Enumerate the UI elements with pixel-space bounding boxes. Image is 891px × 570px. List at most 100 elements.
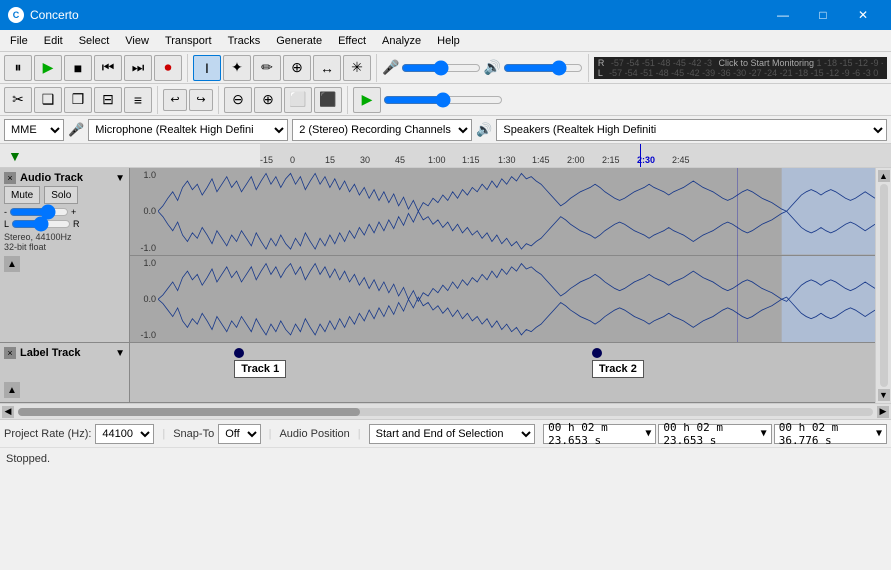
skip-end-button[interactable]: ⏭ — [124, 55, 152, 81]
play-button[interactable]: ▶ — [34, 55, 62, 81]
silence-button[interactable]: ≡ — [124, 87, 152, 113]
copy-button[interactable]: ❑ — [34, 87, 62, 113]
label-menu-button[interactable]: ▼ — [115, 348, 125, 359]
app-title: Concerto — [30, 8, 763, 22]
envelope-tool-button[interactable]: ✦ — [223, 55, 251, 81]
speaker-select[interactable]: Speakers (Realtek High Definiti — [496, 119, 887, 141]
menu-help[interactable]: Help — [429, 30, 468, 51]
position-mode-select[interactable]: Start and End of Selection — [369, 424, 535, 444]
snap-to-select[interactable]: Off — [218, 424, 260, 444]
track-collapse-button[interactable]: ▲ — [4, 256, 20, 272]
project-rate-select[interactable]: 44100 — [95, 424, 154, 444]
hscroll-track[interactable] — [18, 408, 873, 416]
menu-bar: File Edit Select View Transport Tracks G… — [0, 30, 891, 52]
timeline-mark-30: 30 — [360, 155, 370, 165]
paste-button[interactable]: ❒ — [64, 87, 92, 113]
separator-bar-3: | — [358, 428, 361, 440]
hscroll-left-button[interactable]: ◀ — [2, 406, 14, 418]
vscroll-up-button[interactable]: ▲ — [878, 170, 890, 182]
start-monitoring-label[interactable]: Click to Start Monitoring — [718, 58, 814, 68]
waveform-display[interactable]: 1.0 0.0 -1.0 — [130, 168, 875, 342]
draw-tool-button[interactable]: ✏ — [253, 55, 281, 81]
menu-select[interactable]: Select — [71, 30, 118, 51]
playback-play-button[interactable]: ▶ — [353, 87, 381, 113]
label-1-pin — [234, 348, 244, 358]
stop-button[interactable]: ■ — [64, 55, 92, 81]
vu-top-scale: R -57 -54 -51 -48 -45 -42 -3 Click to St… — [598, 58, 883, 68]
timeline-scale[interactable]: -15 0 15 30 45 1:00 1:15 1:30 1:45 2:00 … — [260, 144, 891, 167]
api-select[interactable]: MME — [4, 119, 64, 141]
label-close-button[interactable]: × — [4, 347, 16, 359]
menu-analyze[interactable]: Analyze — [374, 30, 429, 51]
track-menu-button[interactable]: ▼ — [115, 173, 125, 184]
label-2-pin — [592, 348, 602, 358]
waveform-svg-top — [158, 168, 875, 255]
position-input-2[interactable]: 00 h 02 m 23.653 s ▼ — [658, 424, 771, 444]
menu-generate[interactable]: Generate — [268, 30, 330, 51]
menu-view[interactable]: View — [117, 30, 157, 51]
zoom-selection-button[interactable]: ⬜ — [284, 87, 312, 113]
separator-bar-1: | — [162, 428, 165, 440]
menu-effect[interactable]: Effect — [330, 30, 374, 51]
title-bar: C Concerto — □ ✕ — [0, 0, 891, 30]
window-controls: — □ ✕ — [763, 0, 883, 30]
status-bar: Project Rate (Hz): 44100 | Snap-To Off |… — [0, 419, 891, 469]
position-spin-1[interactable]: ▼ — [645, 428, 651, 439]
label-area[interactable]: Track 1 Track 2 — [130, 343, 875, 402]
scale-0.0-top: 0.0 — [132, 206, 156, 216]
position-spin-3[interactable]: ▼ — [876, 428, 882, 439]
label-track: × Label Track ▼ ▲ Track 1 Track 2 — [0, 343, 875, 403]
label-collapse-button[interactable]: ▲ — [4, 382, 20, 398]
label-2[interactable]: Track 2 — [592, 348, 644, 378]
select-tool-button[interactable]: I — [193, 55, 221, 81]
playback-rate-slider[interactable] — [383, 93, 503, 107]
timeshift-tool-button[interactable]: ↔ — [313, 55, 341, 81]
pause-button[interactable]: ⏸ — [4, 55, 32, 81]
cut-button[interactable]: ✂ — [4, 87, 32, 113]
undo-button[interactable]: ↩ — [163, 89, 187, 111]
label-track-controls: × Label Track ▼ ▲ — [0, 343, 130, 402]
position-input-1[interactable]: 00 h 02 m 23.653 s ▼ — [543, 424, 656, 444]
channels-select[interactable]: 2 (Stereo) Recording Channels — [292, 119, 472, 141]
scale-1.0-b: 1.0 — [132, 258, 156, 268]
label-1[interactable]: Track 1 — [234, 348, 286, 378]
maximize-button[interactable]: □ — [803, 0, 843, 30]
solo-button[interactable]: Solo — [44, 186, 78, 204]
pan-r-label: R — [73, 219, 80, 229]
skip-start-button[interactable]: ⏮ — [94, 55, 122, 81]
hscroll-thumb[interactable] — [18, 408, 360, 416]
minimize-button[interactable]: — — [763, 0, 803, 30]
track-close-button[interactable]: × — [4, 172, 16, 184]
position-spin-2[interactable]: ▼ — [761, 428, 767, 439]
zoom-fit-button[interactable]: ⬛ — [314, 87, 342, 113]
vertical-scrollbar: ▲ ▼ — [875, 168, 891, 403]
input-level-slider[interactable] — [401, 61, 481, 75]
vscroll-down-button[interactable]: ▼ — [878, 389, 890, 401]
microphone-select[interactable]: Microphone (Realtek High Defini — [88, 119, 288, 141]
zoom-tool-button[interactable]: ⊕ — [283, 55, 311, 81]
redo-button[interactable]: ↪ — [189, 89, 213, 111]
timeline-mark-115: 1:15 — [462, 155, 480, 165]
zoom-out-button[interactable]: ⊖ — [224, 87, 252, 113]
vscroll-track[interactable] — [880, 184, 888, 387]
separator-4 — [157, 86, 158, 114]
menu-tracks[interactable]: Tracks — [220, 30, 269, 51]
trim-button[interactable]: ⊟ — [94, 87, 122, 113]
status-row-text: Stopped. — [0, 448, 891, 470]
menu-file[interactable]: File — [2, 30, 36, 51]
multi-tool-button[interactable]: ✳ — [343, 55, 371, 81]
zoom-in-button[interactable]: ⊕ — [254, 87, 282, 113]
close-button[interactable]: ✕ — [843, 0, 883, 30]
hscroll-right-button[interactable]: ▶ — [877, 406, 889, 418]
mute-solo-row: Mute Solo — [4, 186, 125, 204]
menu-transport[interactable]: Transport — [157, 30, 220, 51]
record-button[interactable]: ⏺ — [154, 55, 182, 81]
timeline-arrow[interactable]: ▼ — [8, 148, 22, 164]
menu-edit[interactable]: Edit — [36, 30, 71, 51]
pan-slider[interactable] — [11, 218, 71, 230]
output-level-slider[interactable] — [503, 61, 583, 75]
mute-button[interactable]: Mute — [4, 186, 40, 204]
position-input-3[interactable]: 00 h 02 m 36.776 s ▼ — [774, 424, 887, 444]
waveform-playhead — [737, 168, 738, 342]
position-value-2: 00 h 02 m 23.653 s — [663, 421, 758, 447]
